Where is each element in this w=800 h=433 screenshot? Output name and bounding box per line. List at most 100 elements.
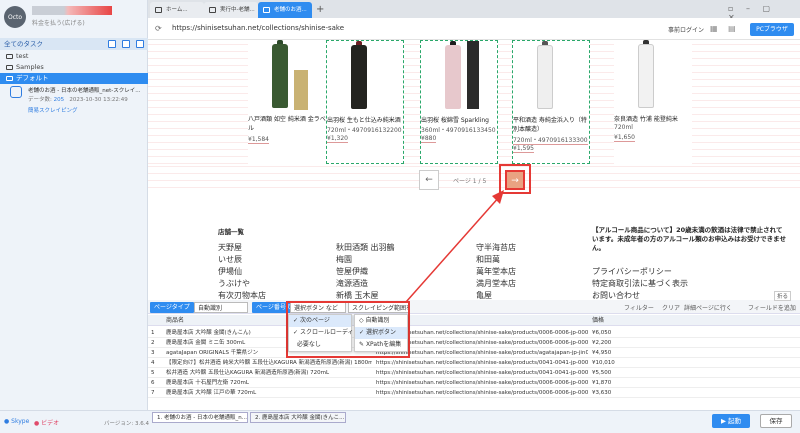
table-row[interactable]: 2 鹿島屋本店 金閣 ミニ缶 300mL https://shinisetsuhan…	[148, 338, 800, 348]
reload-icon[interactable]: ⟳	[155, 24, 162, 33]
tab-label: 実行中-老舗...	[220, 7, 255, 13]
import-icon[interactable]	[122, 40, 130, 48]
add-field-button[interactable]: フィールドを追加	[748, 303, 796, 312]
product-name[interactable]: 八戸酒類 如空 純米酒 金ラベル	[248, 115, 326, 133]
collapse-button[interactable]: 折る	[774, 291, 792, 301]
account-plan[interactable]: 料金を払う(広げる)	[32, 18, 85, 27]
store-list-heading: 店舗一覧	[218, 228, 244, 236]
pre-login-button[interactable]: 事前ログイン	[668, 25, 704, 34]
store-col-2: 秋田酒類 出羽鶴 梅園 笹屋伊織 滝源酒造 新橋 玉木屋	[336, 242, 395, 302]
box-image	[467, 41, 479, 109]
product-card[interactable]: 出羽桜 桜綿雪 Sparkling 360ml・4970916133450 ¥8…	[420, 40, 498, 164]
detail-page-button[interactable]: 詳細ページに行く	[684, 303, 732, 312]
task-date: 2023-10-30 13:22:49	[69, 97, 128, 103]
bottom-tab-2[interactable]: 2. 鹿島屋本店 大吟醸 金閣(きんこ...	[250, 412, 346, 423]
product-card[interactable]: 平和酒造 寿純金浜入り（特別本醸造） 720ml・4970916133300 ¥…	[512, 40, 590, 164]
product-card[interactable]: 八戸酒類 如空 純米酒 金ラベル ¥1,584	[248, 40, 326, 164]
video-link[interactable]: ● ビデオ	[34, 418, 59, 427]
toolbar-icons[interactable]: ▦ ▤	[710, 24, 740, 33]
table-row[interactable]: 1 鹿島屋本店 大吟醸 金閣(きんこん) https://shinisetsuhan…	[148, 328, 800, 338]
store-link[interactable]: いせ辰	[218, 254, 266, 266]
tree-item-test[interactable]: test	[0, 51, 148, 62]
new-tab-button[interactable]: +	[316, 4, 324, 15]
product-sub: 360ml・4970916133450	[421, 127, 496, 134]
folder-icon	[6, 53, 13, 59]
task-count[interactable]: 205	[54, 97, 65, 103]
export-icon[interactable]	[136, 40, 144, 48]
row-number: 6	[151, 380, 155, 386]
bottle-image	[638, 44, 654, 108]
tab-running[interactable]: 実行中-老舗...	[204, 2, 258, 18]
product-name[interactable]: 奈良酒造 竹浦 能登純米	[614, 115, 692, 124]
table-header: 商品名 価格	[148, 315, 800, 326]
bottle-image	[445, 45, 461, 109]
option-next-page[interactable]: ✓ 次のページ	[289, 315, 351, 327]
store-link[interactable]: 秋田酒類 出羽鶴	[336, 242, 395, 254]
pc-browser-button[interactable]: PCブラウザ	[750, 23, 794, 36]
save-button[interactable]: 保存	[760, 414, 792, 428]
product-name[interactable]: 出羽桜 桜綿雪 Sparkling	[421, 116, 499, 125]
tree-label: Samples	[16, 63, 44, 71]
option-edit-xpath[interactable]: ✎ XPathを編集	[355, 339, 407, 351]
bottle-image	[351, 45, 367, 109]
bottom-tab-1[interactable]: 1. 老舗のお酒 - 日本の老舗通販_n...	[152, 412, 248, 423]
footer-links: プライバシーポリシー 特定商取引法に基づく表示 お問い合わせ	[592, 266, 688, 302]
bottle-image	[272, 44, 288, 108]
tree-item-samples[interactable]: Samples	[0, 62, 148, 73]
page-icon	[209, 7, 216, 13]
store-link[interactable]: 伊場仙	[218, 266, 266, 278]
option-label: XPathを編集	[365, 341, 402, 348]
quick-scrape-link[interactable]: 簡易スクレイピング	[28, 106, 78, 114]
cell-price: ¥5,500	[592, 370, 612, 376]
option-none[interactable]: 必要なし	[289, 339, 351, 351]
option-label: 次のページ	[299, 317, 330, 324]
window-controls[interactable]: ▫ – ▢ ✕	[728, 4, 788, 22]
row-number: 2	[151, 340, 155, 346]
privacy-link[interactable]: プライバシーポリシー	[592, 266, 688, 278]
legal-link[interactable]: 特定商取引法に基づく表示	[592, 278, 688, 290]
product-name[interactable]: 出羽桜 生もと仕込み純米酒	[327, 116, 405, 125]
page-type-select[interactable]: 自動識別	[194, 302, 248, 313]
tab-sake[interactable]: 老舗のお酒...	[258, 2, 312, 18]
table-row[interactable]: 4 【限定向け】松井酒造 純米大吟醸 五段仕込KAGURA 新潟酒造所原酒(新潟)…	[148, 358, 800, 368]
skype-link[interactable]: ● Skype	[4, 418, 29, 425]
account-name[interactable]	[32, 6, 112, 15]
tree-item-default[interactable]: デフォルト	[0, 73, 148, 84]
bottle-image	[537, 45, 553, 109]
page-icon	[263, 7, 270, 13]
table-row[interactable]: 3 agataJapan ORIGINALS 千葉県ジン https://shini…	[148, 348, 800, 358]
run-button[interactable]: ▶ 起動	[712, 414, 750, 428]
tab-home[interactable]: ホーム...	[150, 2, 204, 18]
option-auto[interactable]: ◇ 自動識別	[355, 315, 407, 327]
clear-button[interactable]: クリア	[662, 303, 680, 312]
cell-name: 【限定向け】松井酒造 純米大吟醸 五段仕込KAGURA 新潟酒造所原酒(新潟) …	[166, 360, 372, 366]
table-row[interactable]: 5 松井酒造 大吟醸 五段仕込KAGURA 新潟酒造所原酒(新潟) 720mL ht…	[148, 368, 800, 378]
product-name[interactable]: 平和酒造 寿純金浜入り（特別本醸造）	[513, 116, 591, 134]
product-price: ¥1,584	[248, 136, 269, 144]
product-card[interactable]: 出羽桜 生もと仕込み純米酒 720ml・4970916132200 ¥1,320	[326, 40, 404, 164]
store-link[interactable]: うぶけや	[218, 278, 266, 290]
product-card[interactable]: 奈良酒造 竹浦 能登純米 720ml ¥1,650	[614, 40, 692, 164]
column-header[interactable]: 商品名	[166, 315, 184, 326]
store-link[interactable]: 梅園	[336, 254, 395, 266]
store-link[interactable]: 笹屋伊織	[336, 266, 395, 278]
method-dropdown: ◇ 自動識別 ✓ 選択ボタン ✎ XPathを編集	[354, 314, 408, 352]
cell-price: ¥2,200	[592, 340, 612, 346]
store-link[interactable]: 天野屋	[218, 242, 266, 254]
product-price: ¥1,650	[614, 134, 635, 142]
row-number: 5	[151, 370, 155, 376]
option-scroll-loading[interactable]: ✓ スクロールローディング	[289, 327, 366, 339]
url-field[interactable]: https://shinisetsuhan.net/collections/sh…	[172, 24, 344, 32]
option-select-button[interactable]: ✓ 選択ボタン	[355, 327, 407, 339]
product-price: ¥1,320	[327, 135, 348, 143]
version-text: バージョン: 3.6.4	[104, 421, 149, 427]
store-link[interactable]: 滝源酒造	[336, 278, 395, 290]
new-folder-icon[interactable]	[108, 40, 116, 48]
folder-icon	[6, 64, 13, 70]
filter-button[interactable]: フィルター	[624, 303, 654, 312]
task-title[interactable]: 老舗のお酒 - 日本の老舗通販_net-スクレイ...	[28, 86, 146, 94]
cell-price: ¥6,050	[592, 330, 612, 336]
table-row[interactable]: 7 鹿島屋本店 大吟醸 江戸の華 720mL https://shinisetsuh…	[148, 388, 800, 398]
column-header[interactable]: 価格	[592, 315, 604, 326]
table-row[interactable]: 6 鹿島屋本店 十石屋門左衛 720mL https://shinisetsuhan…	[148, 378, 800, 388]
